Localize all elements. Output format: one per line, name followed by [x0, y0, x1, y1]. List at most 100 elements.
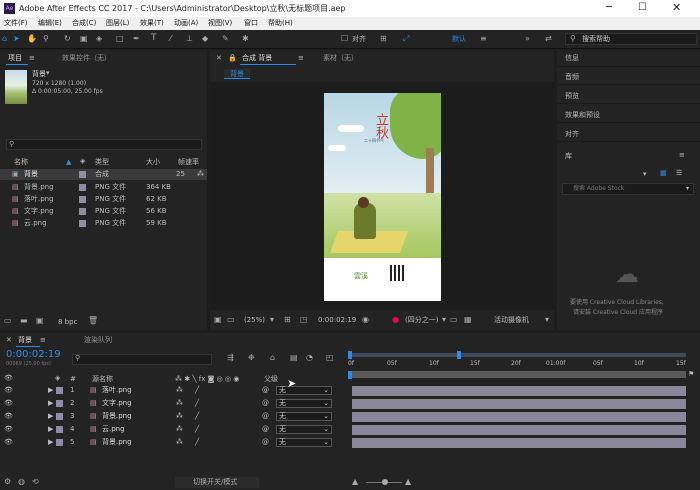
- layer-duration-bar[interactable]: [352, 438, 686, 448]
- label-color[interactable]: [79, 196, 86, 203]
- tab-timeline-comp[interactable]: 背景: [18, 337, 32, 344]
- project-row[interactable]: ▤ 云.png PNG 文件 59 KB: [0, 218, 207, 229]
- col-name[interactable]: 名称: [14, 159, 28, 166]
- menu-layer[interactable]: 图层(L): [106, 20, 129, 27]
- snapshot-icon[interactable]: ◉: [362, 316, 369, 324]
- expand-arrow-icon[interactable]: ▶: [48, 439, 53, 446]
- new-folder-icon[interactable]: ▬: [20, 317, 28, 325]
- parent-select[interactable]: 无 ⌄: [276, 399, 332, 408]
- library-menu-icon[interactable]: ≡: [679, 152, 685, 159]
- zoom-tool-icon[interactable]: ⚲: [43, 35, 49, 43]
- close-button[interactable]: ✕: [672, 2, 681, 13]
- project-menu-icon[interactable]: ≡: [29, 55, 35, 62]
- parent-select[interactable]: 无 ⌄: [276, 412, 332, 421]
- layer-name[interactable]: 背景.png: [102, 439, 132, 446]
- work-area-handle[interactable]: [457, 351, 461, 359]
- minimize-button[interactable]: ─: [606, 3, 612, 13]
- menu-file[interactable]: 文件(F): [4, 20, 28, 27]
- visibility-icon[interactable]: 👁: [4, 400, 13, 407]
- parent-select[interactable]: 无 ⌄: [276, 386, 332, 395]
- draft-3d-icon[interactable]: ❉: [248, 354, 255, 362]
- library-search-input[interactable]: 搜索 Adobe Stock: [573, 186, 624, 192]
- quality-switch-icon[interactable]: ╱: [195, 413, 199, 420]
- maximize-button[interactable]: ☐: [638, 3, 647, 13]
- layer-label-color[interactable]: [56, 400, 63, 407]
- snap-options-icon[interactable]: ⊞: [380, 35, 387, 43]
- project-row[interactable]: ▤ 背景.png PNG 文件 364 KB: [0, 182, 207, 193]
- parent-select[interactable]: 无 ⌄: [276, 438, 332, 447]
- menu-effect[interactable]: 效果(T): [140, 20, 164, 27]
- layer-duration-bar[interactable]: [352, 386, 686, 396]
- comp-settings-icon[interactable]: ⚙: [4, 478, 11, 486]
- label-color[interactable]: [79, 171, 86, 178]
- flow-icon[interactable]: ⁂: [197, 171, 204, 178]
- puppet-tool-icon[interactable]: ✱: [242, 35, 249, 43]
- zoom-in-mountain-icon[interactable]: ▲: [405, 478, 411, 486]
- project-row-comp[interactable]: ▣ 背景 合成 25 ⁂: [0, 169, 207, 180]
- always-preview-icon[interactable]: ▣: [214, 316, 222, 324]
- selection-tool-icon[interactable]: ➤: [13, 35, 20, 43]
- zoom-out-mountain-icon[interactable]: ▲: [352, 478, 358, 486]
- col-type[interactable]: 类型: [95, 159, 109, 166]
- transparency-grid-icon[interactable]: ▦: [464, 316, 472, 324]
- timeline-layer-row[interactable]: 👁 ▶ 4 ▤ 云.png ⁂ ╱ @ 无 ⌄: [0, 424, 348, 435]
- workspace-default[interactable]: 默认: [452, 36, 466, 43]
- timeline-close-icon[interactable]: ✕: [6, 337, 12, 344]
- timeline-menu-icon[interactable]: ≡: [40, 337, 46, 344]
- comp-menu-icon[interactable]: ≡: [298, 55, 304, 62]
- motion-blur-icon[interactable]: ◔: [306, 354, 313, 362]
- rectangle-tool-icon[interactable]: □: [116, 35, 124, 43]
- camera-tool-icon[interactable]: ▣: [80, 35, 88, 43]
- timeline-layer-row[interactable]: 👁 ▶ 3 ▤ 背景.png ⁂ ╱ @ 无 ⌄: [0, 411, 348, 422]
- col-fps[interactable]: 帧速率: [178, 159, 199, 166]
- work-area-bar[interactable]: [350, 353, 686, 357]
- visibility-icon[interactable]: 👁: [4, 387, 13, 394]
- bpc-label[interactable]: 8 bpc: [58, 319, 77, 326]
- rotate-tool-icon[interactable]: ↻: [64, 35, 71, 43]
- quality-switch-icon[interactable]: ╱: [195, 439, 199, 446]
- pen-tool-icon[interactable]: ✒: [133, 35, 140, 43]
- selected-item-arrow[interactable]: ▾: [46, 70, 50, 77]
- pickwhip-icon[interactable]: @: [262, 400, 269, 407]
- label-color[interactable]: [79, 208, 86, 215]
- label-color[interactable]: [79, 184, 86, 191]
- camera-select[interactable]: 活动摄像机: [494, 317, 529, 324]
- label-color[interactable]: [79, 220, 86, 227]
- library-grid-view-icon[interactable]: ▦: [660, 170, 667, 177]
- brush-tool-icon[interactable]: ⁄: [170, 35, 171, 43]
- home-icon[interactable]: ⌂: [2, 35, 7, 43]
- sync-icon[interactable]: ⇄: [545, 35, 552, 43]
- menu-composition[interactable]: 合成(C): [72, 20, 96, 27]
- graph-editor-icon[interactable]: ◰: [326, 354, 334, 362]
- comp-timecode[interactable]: 0:00:02:19: [318, 317, 356, 324]
- work-area-start-handle[interactable]: [348, 351, 352, 359]
- expand-arrow-icon[interactable]: ▶: [48, 426, 53, 433]
- visibility-icon[interactable]: 👁: [4, 426, 13, 433]
- col-source-name[interactable]: 源名称: [92, 376, 113, 383]
- resolution-select[interactable]: (四分之一): [405, 317, 438, 324]
- menu-animation[interactable]: 动画(A): [174, 20, 198, 27]
- camera-dropdown-icon[interactable]: ▾: [545, 316, 549, 324]
- eraser-tool-icon[interactable]: ◆: [202, 35, 208, 43]
- expand-arrow-icon[interactable]: ▶: [48, 413, 53, 420]
- menu-view[interactable]: 视图(V): [208, 20, 232, 27]
- layer-search-input[interactable]: [72, 354, 212, 365]
- trash-icon[interactable]: 🗑: [88, 317, 98, 325]
- resolution-dropdown-icon[interactable]: ▾: [442, 316, 446, 324]
- tab-footage[interactable]: 素材（无）: [323, 55, 358, 62]
- expand-arrow-icon[interactable]: ▶: [48, 387, 53, 394]
- parent-select[interactable]: 无 ⌄: [276, 425, 332, 434]
- shy-switch-icon[interactable]: ⁂: [176, 426, 183, 433]
- col-parent[interactable]: 父级: [264, 376, 278, 383]
- visibility-icon[interactable]: 👁: [4, 413, 13, 420]
- timeline-layer-row[interactable]: 👁 ▶ 2 ▤ 文字.png ⁂ ╱ @ 无 ⌄: [0, 398, 348, 409]
- menu-help[interactable]: 帮助(H): [268, 20, 293, 27]
- zoom-dropdown-icon[interactable]: ▾: [270, 316, 274, 324]
- pickwhip-icon[interactable]: @: [262, 387, 269, 394]
- quality-switch-icon[interactable]: ╱: [195, 426, 199, 433]
- panel-align[interactable]: 对齐: [557, 124, 700, 142]
- panel-info[interactable]: 信息: [557, 50, 700, 67]
- color-channel-icon[interactable]: ●: [392, 316, 399, 324]
- layer-label-color[interactable]: [56, 439, 63, 446]
- roto-tool-icon[interactable]: ✎: [222, 35, 229, 43]
